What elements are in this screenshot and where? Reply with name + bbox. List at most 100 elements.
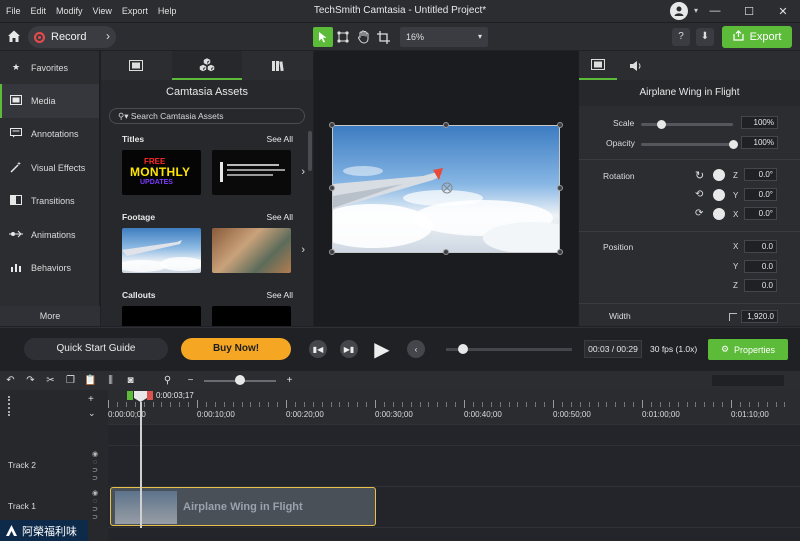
sidebar-item-visual-effects[interactable]: Visual Effects (0, 151, 99, 184)
tab-audio-properties[interactable] (617, 51, 655, 80)
scale-slider-knob[interactable] (657, 120, 666, 129)
mute-icon[interactable]: ⊃ (90, 514, 100, 522)
footage-thumbnail-market[interactable] (212, 228, 291, 273)
rotation-dial-x[interactable] (713, 208, 725, 220)
user-avatar-icon[interactable] (670, 2, 688, 20)
preview-frame[interactable] (332, 125, 560, 253)
playhead-line[interactable] (140, 402, 142, 528)
paste-icon[interactable]: 📋 (84, 374, 97, 387)
buy-now-button[interactable]: Buy Now! (181, 338, 291, 360)
home-icon[interactable] (6, 28, 24, 46)
callout-thumbnail[interactable] (122, 306, 201, 326)
copy-icon[interactable]: ❐ (64, 374, 77, 387)
tab-library[interactable] (242, 51, 313, 80)
record-button[interactable]: Record › (28, 26, 116, 48)
rotation-z-field[interactable]: 0.0° (744, 168, 777, 181)
quick-start-guide-button[interactable]: Quick Start Guide (24, 338, 168, 360)
timeline-lane-empty[interactable] (108, 424, 800, 445)
snapshot-camera-icon[interactable]: ◙ (124, 374, 137, 387)
arrow-select-tool-icon[interactable] (313, 27, 333, 47)
crop-tool-icon[interactable] (373, 27, 393, 47)
play-icon[interactable]: ▶ (369, 336, 395, 362)
resize-handle-bottom-right[interactable] (557, 249, 563, 255)
width-value-field[interactable]: 1,920.0 (741, 310, 778, 323)
step-back-icon[interactable]: ▮◀ (309, 340, 327, 358)
sidebar-item-annotations[interactable]: Annotations (0, 118, 99, 151)
track-height-slider[interactable] (8, 396, 16, 416)
playhead-marker[interactable] (127, 391, 153, 402)
rotation-x-field[interactable]: 0.0° (744, 207, 777, 220)
opacity-value-field[interactable]: 100% (741, 136, 778, 149)
position-y-field[interactable]: 0.0 (744, 260, 777, 273)
track-1-label[interactable]: Track 1 (8, 501, 36, 511)
zoom-in-icon[interactable]: + (283, 374, 296, 387)
rotate-x-icon[interactable]: ⟳ (695, 208, 703, 219)
rotate-z-icon[interactable]: ↻ (695, 169, 704, 182)
resize-handle-right[interactable] (557, 185, 563, 191)
eye-icon[interactable]: ◉ (90, 490, 100, 498)
split-icon[interactable]: ⫼ (104, 374, 117, 387)
scale-value-field[interactable]: 100% (741, 116, 778, 129)
maximize-icon[interactable]: ☐ (732, 5, 766, 18)
track-2-label[interactable]: Track 2 (8, 460, 36, 470)
rotation-dial-z[interactable] (713, 169, 725, 181)
asset-search-input[interactable]: ⚲▾ Search Camtasia Assets (109, 108, 305, 124)
resize-handle-left[interactable] (329, 185, 335, 191)
rotation-y-field[interactable]: 0.0° (744, 188, 777, 201)
sidebar-item-behaviors[interactable]: Behaviors (0, 251, 99, 284)
opacity-slider-track[interactable] (641, 143, 733, 146)
help-button[interactable]: ? (672, 28, 690, 46)
resize-handle-bottom-left[interactable] (329, 249, 335, 255)
zoom-search-icon[interactable]: ⚲ (161, 374, 174, 387)
tab-visual-properties[interactable] (579, 51, 617, 80)
zoom-out-icon[interactable]: − (184, 374, 197, 387)
link-icon[interactable]: ⊃ (90, 506, 100, 514)
rotation-dial-y[interactable] (713, 189, 725, 201)
lock-icon[interactable]: ◌ (90, 459, 100, 467)
hand-pan-tool-icon[interactable] (353, 27, 373, 47)
canvas-preview[interactable] (314, 51, 578, 326)
properties-button[interactable]: ⚙ Properties (708, 339, 788, 360)
position-z-field[interactable]: 0.0 (744, 279, 777, 292)
cut-icon[interactable]: ✂ (44, 374, 57, 387)
title-thumbnail-lorem[interactable] (212, 150, 291, 195)
resize-handle-bottom[interactable] (443, 249, 449, 255)
titles-next-chevron-icon[interactable]: › (301, 166, 305, 178)
tab-media-bin[interactable] (101, 51, 172, 80)
link-dimensions-icon[interactable] (729, 313, 737, 321)
timeline-ruler[interactable]: 0:00:00;00 0:00:10;00 0:00:20;00 0:00:30… (108, 390, 800, 424)
timeline-horizontal-scroll[interactable] (712, 375, 784, 386)
previous-chevron-icon[interactable]: ‹ (407, 340, 425, 358)
link-icon[interactable]: ⊃ (90, 467, 100, 475)
sidebar-item-transitions[interactable]: Transitions (0, 185, 99, 218)
lock-icon[interactable]: ◌ (90, 498, 100, 506)
footage-thumbnail-airplane[interactable] (122, 228, 201, 273)
step-forward-icon[interactable]: ▶▮ (340, 340, 358, 358)
download-icon[interactable]: ⬇ (696, 28, 714, 46)
resize-handle-top-left[interactable] (329, 122, 335, 128)
resize-handle-top[interactable] (443, 122, 449, 128)
sidebar-more-button[interactable]: More (0, 306, 100, 326)
minimize-icon[interactable]: — (698, 5, 732, 17)
see-all-footage-link[interactable]: See All (267, 212, 293, 222)
sidebar-item-animations[interactable]: Animations (0, 218, 99, 251)
scale-slider-track[interactable] (641, 123, 733, 126)
see-all-titles-link[interactable]: See All (267, 134, 293, 144)
see-all-callouts-link[interactable]: See All (267, 290, 293, 300)
opacity-slider-knob[interactable] (729, 140, 738, 149)
assets-scrollbar[interactable] (308, 131, 312, 171)
callout-thumbnail[interactable] (212, 306, 291, 326)
timeline-lane-track-2[interactable] (108, 445, 800, 487)
title-thumbnail-monthly[interactable]: FREE MONTHLY UPDATES (122, 150, 201, 195)
rotate-y-icon[interactable]: ⟲ (695, 189, 703, 200)
tab-camtasia-assets[interactable] (171, 51, 243, 80)
undo-icon[interactable]: ↶ (4, 374, 17, 387)
sidebar-item-media[interactable]: Media (0, 84, 99, 118)
collapse-tracks-chevron-icon[interactable]: ⌄ (88, 408, 96, 419)
add-track-icon[interactable]: + (88, 394, 94, 405)
sidebar-item-favorites[interactable]: ★ Favorites (0, 51, 99, 84)
timeline-clip-airplane[interactable]: Airplane Wing in Flight (110, 487, 376, 526)
mute-icon[interactable]: ⊃ (90, 475, 100, 483)
timeline-zoom-knob[interactable] (235, 375, 245, 385)
crop-handles-tool-icon[interactable] (333, 27, 353, 47)
